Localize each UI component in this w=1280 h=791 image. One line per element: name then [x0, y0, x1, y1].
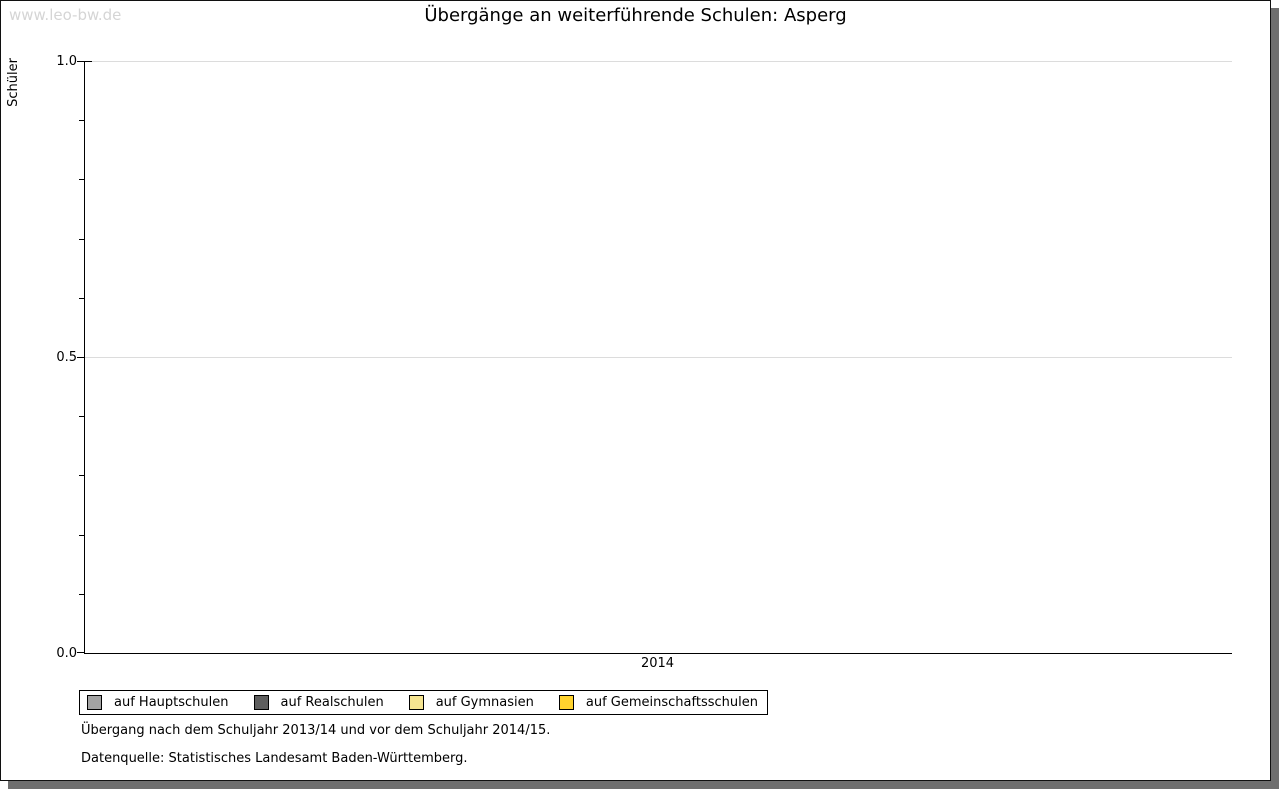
- legend-item-gemeinschaftsschulen: auf Gemeinschaftsschulen: [559, 695, 758, 710]
- legend-item-realschulen: auf Realschulen: [254, 695, 384, 710]
- legend-label-gemeinschaftsschulen: auf Gemeinschaftsschulen: [586, 695, 758, 710]
- y-tick-label-0.5: 0.5: [31, 350, 77, 365]
- legend-label-realschulen: auf Realschulen: [281, 695, 384, 710]
- legend-swatch-realschulen: [254, 695, 269, 710]
- legend: auf Hauptschulen auf Realschulen auf Gym…: [79, 690, 768, 715]
- y-tick-label-1.0: 1.0: [31, 54, 77, 69]
- footnote-data-source: Datenquelle: Statistisches Landesamt Bad…: [81, 751, 468, 766]
- y-minor-tick: [79, 594, 85, 595]
- y-tick-label-0.0: 0.0: [31, 646, 77, 661]
- legend-label-hauptschulen: auf Hauptschulen: [114, 695, 229, 710]
- y-minor-tick: [79, 475, 85, 476]
- y-minor-tick: [79, 120, 85, 121]
- plot-area: [84, 61, 1232, 654]
- axis-top-stub: [85, 61, 92, 62]
- chart-page: www.leo-bw.de Übergänge an weiterführend…: [0, 0, 1271, 781]
- gridline-1.0: [85, 61, 1232, 62]
- y-major-tick: [77, 652, 85, 653]
- legend-swatch-gemeinschaftsschulen: [559, 695, 574, 710]
- legend-swatch-hauptschulen: [87, 695, 102, 710]
- legend-swatch-gymnasien: [409, 695, 424, 710]
- legend-label-gymnasien: auf Gymnasien: [436, 695, 534, 710]
- y-minor-tick: [79, 239, 85, 240]
- footnote-transition-period: Übergang nach dem Schuljahr 2013/14 und …: [81, 723, 550, 738]
- legend-item-gymnasien: auf Gymnasien: [409, 695, 534, 710]
- x-tick-label-2014: 2014: [84, 656, 1231, 671]
- y-axis-label: Schüler: [6, 58, 21, 107]
- y-minor-tick: [79, 416, 85, 417]
- legend-item-hauptschulen: auf Hauptschulen: [87, 695, 229, 710]
- y-major-tick: [77, 61, 85, 62]
- y-minor-tick: [79, 535, 85, 536]
- chart-title: Übergänge an weiterführende Schulen: Asp…: [1, 5, 1270, 26]
- gridline-0.5: [85, 357, 1232, 358]
- y-minor-tick: [79, 298, 85, 299]
- y-minor-tick: [79, 179, 85, 180]
- y-major-tick: [77, 357, 85, 358]
